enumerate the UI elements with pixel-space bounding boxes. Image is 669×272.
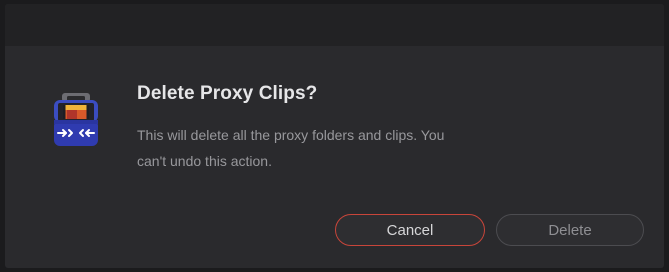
delete-proxy-dialog: Delete Proxy Clips? This will delete all… <box>5 4 664 268</box>
delete-button[interactable]: Delete <box>496 214 644 246</box>
proxy-generator-app-icon <box>51 92 101 150</box>
dialog-message: This will delete all the proxy folders a… <box>137 127 445 169</box>
dialog-title: Delete Proxy Clips? <box>137 83 318 104</box>
cancel-button[interactable]: Cancel <box>335 214 485 246</box>
dialog-titlebar <box>5 4 664 46</box>
